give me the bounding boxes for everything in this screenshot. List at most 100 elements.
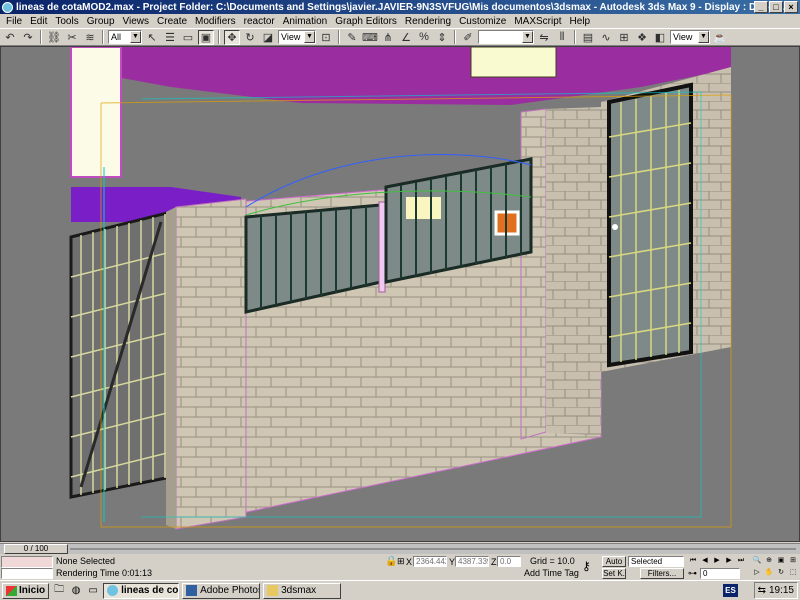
start-button[interactable]: Inicio — [2, 582, 50, 599]
menu-reactor[interactable]: reactor — [240, 16, 279, 27]
previous-frame-icon[interactable]: ◀ — [700, 556, 710, 565]
edit-named-selection-icon[interactable]: ✐ — [460, 30, 476, 45]
layer-manager-icon[interactable]: ▤ — [580, 30, 596, 45]
zoom-all-icon[interactable]: ⊕ — [764, 556, 774, 565]
time-track[interactable] — [70, 548, 796, 550]
unlink-icon[interactable]: ✂ — [64, 30, 80, 45]
key-icon[interactable]: ⚷ — [582, 559, 591, 573]
pivot-center-icon[interactable]: ⊡ — [318, 30, 334, 45]
menu-tools[interactable]: Tools — [51, 16, 82, 27]
maxscript-input[interactable] — [1, 568, 53, 579]
select-by-name-icon[interactable]: ☰ — [162, 30, 178, 45]
angle-snap-icon[interactable]: ∠ — [398, 30, 414, 45]
menu-views[interactable]: Views — [119, 16, 154, 27]
render-scene-icon[interactable]: ◧ — [652, 30, 668, 45]
title-bar[interactable]: lineas de cotaMOD2.max - Project Folder:… — [0, 0, 800, 14]
orbit-icon[interactable]: ↻ — [776, 568, 786, 577]
named-selection-dropdown[interactable]: ▼ — [478, 30, 534, 44]
render-view-dropdown[interactable]: View ▼ — [670, 30, 710, 44]
absolute-mode-icon[interactable]: ⊞ — [397, 556, 405, 567]
select-and-link-icon[interactable]: ⛓ — [46, 30, 62, 45]
next-frame-icon[interactable]: ▶ — [724, 556, 734, 565]
play-icon[interactable]: ▶ — [712, 556, 722, 565]
menu-create[interactable]: Create — [153, 16, 191, 27]
time-slider[interactable]: 0 / 100 — [0, 543, 800, 554]
key-filter-dropdown[interactable]: Selected — [628, 556, 684, 567]
maximize-button[interactable]: □ — [769, 1, 783, 13]
spinner-snap-icon[interactable]: ⇕ — [434, 30, 450, 45]
snaps-toggle-icon[interactable]: ⋔ — [380, 30, 396, 45]
menu-help[interactable]: Help — [566, 16, 595, 27]
current-frame-field[interactable]: 0 — [700, 568, 740, 579]
curve-editor-icon[interactable]: ∿ — [598, 30, 614, 45]
maxscript-listener-mini[interactable] — [1, 556, 53, 568]
zoom-icon[interactable]: 🔍 — [752, 556, 762, 565]
goto-end-icon[interactable]: ⏭ — [736, 556, 746, 565]
close-button[interactable]: × — [784, 1, 798, 13]
3dsmax-app-icon[interactable] — [2, 1, 13, 13]
window-crossing-icon[interactable]: ▣ — [198, 29, 214, 45]
set-key-button[interactable]: Set K. — [602, 568, 626, 579]
clock[interactable]: 19:15 — [769, 585, 794, 596]
network-icon[interactable]: ⇆ — [758, 585, 766, 596]
select-and-rotate-icon[interactable]: ↻ — [242, 30, 258, 45]
y-coordinate-field[interactable]: 4387.339 — [455, 556, 489, 567]
task-photoshop[interactable]: Adobe Photos... — [182, 582, 261, 599]
menu-edit[interactable]: Edit — [26, 16, 51, 27]
selection-filter-dropdown[interactable]: All ▼ — [108, 30, 142, 44]
key-mode-icon[interactable]: ⊶ — [688, 568, 697, 579]
left-gate — [69, 210, 173, 499]
explorer-quicklaunch-icon[interactable]: 🗀 — [52, 584, 66, 598]
pan-icon[interactable]: ✋ — [764, 568, 774, 577]
keyboard-shortcut-override-icon[interactable]: ⌨ — [362, 30, 378, 45]
bind-space-warp-icon[interactable]: ≋ — [82, 30, 98, 45]
minimize-button[interactable]: _ — [754, 1, 768, 13]
menu-file[interactable]: File — [2, 16, 26, 27]
folder-icon — [267, 585, 279, 596]
menu-rendering[interactable]: Rendering — [401, 16, 455, 27]
menu-customize[interactable]: Customize — [455, 16, 510, 27]
menu-graph-editors[interactable]: Graph Editors — [331, 16, 401, 27]
undo-icon[interactable]: ↶ — [2, 30, 18, 45]
field-of-view-icon[interactable]: ▷ — [752, 568, 762, 577]
goto-start-icon[interactable]: ⏮ — [688, 556, 698, 565]
z-coordinate-field[interactable]: 0.0 — [497, 556, 521, 567]
menu-maxscript[interactable]: MAXScript — [510, 16, 565, 27]
menu-animation[interactable]: Animation — [279, 16, 331, 27]
photoshop-icon — [186, 585, 198, 596]
time-slider-thumb[interactable]: 0 / 100 — [4, 544, 68, 554]
redo-icon[interactable]: ↷ — [20, 30, 36, 45]
percent-snap-icon[interactable]: % — [416, 30, 432, 45]
auto-key-button[interactable]: Auto — [602, 556, 626, 567]
desktop-quicklaunch-icon[interactable]: ▭ — [86, 584, 100, 598]
schematic-view-icon[interactable]: ⊞ — [616, 30, 632, 45]
maximize-viewport-icon[interactable]: ⬚ — [788, 568, 798, 577]
x-coordinate-field[interactable]: 2364.442 — [413, 556, 447, 567]
select-and-move-icon[interactable]: ✥ — [224, 29, 240, 45]
rectangular-selection-icon[interactable]: ▭ — [180, 30, 196, 45]
prompt-line: Rendering Time 0:01:13 — [56, 568, 153, 578]
select-and-scale-icon[interactable]: ◪ — [260, 30, 276, 45]
add-time-tag[interactable]: Add Time Tag — [524, 568, 579, 578]
menu-group[interactable]: Group — [83, 16, 119, 27]
grid-size: Grid = 10.0 — [530, 556, 575, 566]
lock-selection-icon[interactable]: 🔒 — [385, 556, 397, 567]
zoom-extents-all-icon[interactable]: ⊞ — [788, 556, 798, 565]
select-object-icon[interactable]: ↖ — [144, 30, 160, 45]
menu-modifiers[interactable]: Modifiers — [191, 16, 240, 27]
reference-coordinate-dropdown[interactable]: View ▼ — [278, 30, 316, 44]
material-editor-icon[interactable]: ❖ — [634, 30, 650, 45]
left-pillar-side — [166, 207, 176, 529]
perspective-viewport[interactable] — [0, 46, 800, 542]
zoom-extents-icon[interactable]: ▣ — [776, 556, 786, 565]
task-3dsmax-folder[interactable]: 3dsmax — [263, 582, 342, 599]
key-filters-button[interactable]: Filters... — [640, 568, 684, 579]
align-icon[interactable]: ⫴ — [554, 30, 570, 45]
quick-render-icon[interactable]: ☕ — [712, 30, 728, 45]
task-3dsmax-file[interactable]: lineas de cot... — [103, 582, 180, 599]
mirror-icon[interactable]: ⇋ — [536, 30, 552, 45]
select-and-manipulate-icon[interactable]: ✎ — [344, 30, 360, 45]
browser-quicklaunch-icon[interactable]: ◍ — [69, 584, 83, 598]
language-indicator[interactable]: ES — [723, 584, 738, 597]
chevron-down-icon: ▼ — [304, 31, 315, 43]
